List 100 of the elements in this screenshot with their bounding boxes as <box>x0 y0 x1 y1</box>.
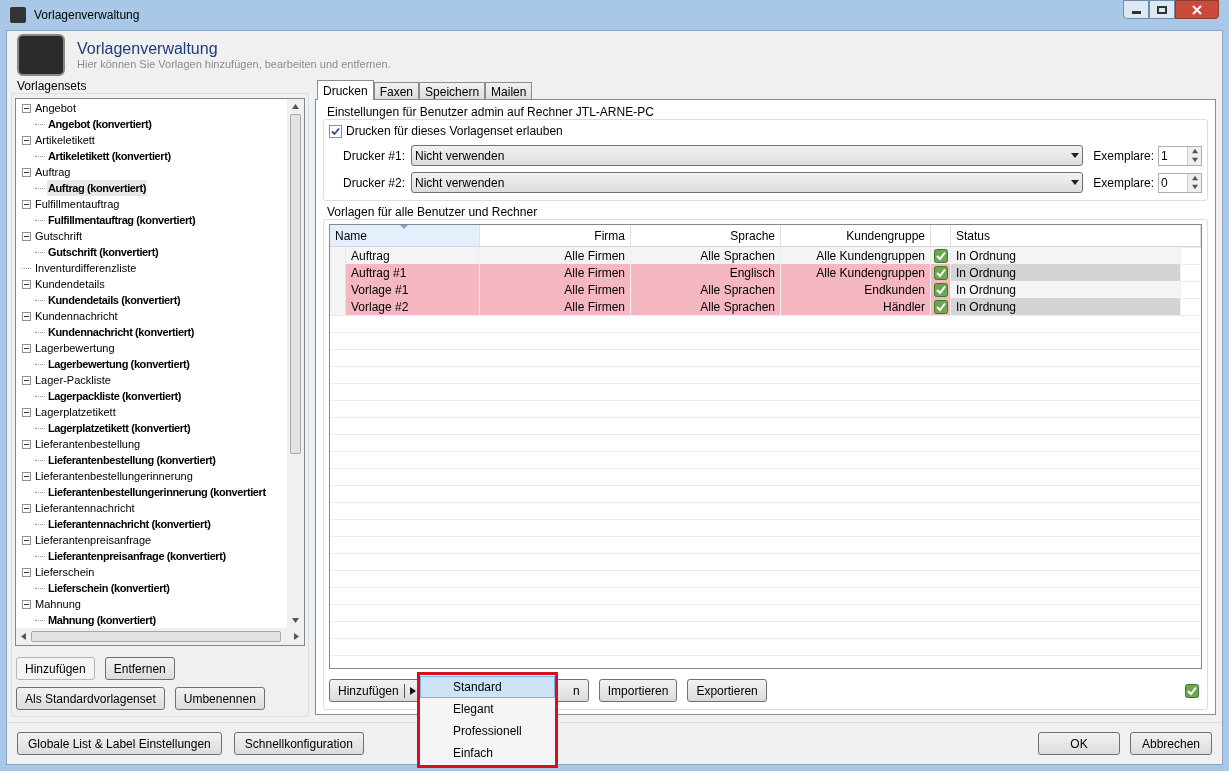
menu-item[interactable]: Professionell <box>420 720 555 742</box>
printer-dropdown[interactable]: Nicht verwenden <box>411 145 1084 166</box>
footer-button[interactable]: Schnellkonfiguration <box>233 732 364 755</box>
collapse-icon[interactable] <box>22 279 31 289</box>
up-arrow-icon[interactable] <box>1191 148 1198 154</box>
tree-item[interactable]: Fulfillmentauftrag (konvertiert) <box>47 211 197 229</box>
tab[interactable]: Mailen <box>485 82 533 99</box>
tree-item[interactable]: Inventurdifferenzliste <box>34 259 138 277</box>
collapse-icon[interactable] <box>22 471 31 481</box>
set-button[interactable]: Umbenennen <box>174 687 265 710</box>
tree-item[interactable]: Mahnung <box>34 595 82 613</box>
column-header[interactable]: Status <box>951 225 1201 246</box>
collapse-icon[interactable] <box>22 439 31 449</box>
vertical-scrollbar[interactable] <box>287 99 304 628</box>
tree-item[interactable]: Lager-Packliste <box>34 371 112 389</box>
minimize-button[interactable] <box>1123 0 1149 19</box>
tree-item[interactable]: Lagerbewertung <box>34 339 116 357</box>
column-header[interactable]: Name <box>330 225 480 246</box>
tree-item[interactable]: Kundennachricht (konvertiert) <box>47 323 196 341</box>
up-arrow-icon[interactable] <box>292 103 299 110</box>
collapse-icon[interactable] <box>22 503 31 513</box>
tree-item[interactable]: Lieferantenbestellung <box>34 435 142 453</box>
horizontal-scrollbar[interactable] <box>16 628 304 645</box>
tree-item[interactable]: Lieferantenbestellungerinnerung (konvertiert <box>47 483 267 501</box>
action-button[interactable]: Importieren <box>598 679 678 702</box>
table-cell: Vorlage #1 <box>346 281 480 298</box>
tree-item[interactable]: Gutschrift (konvertiert) <box>47 243 160 261</box>
right-arrow-icon[interactable] <box>293 633 300 640</box>
copies-spinner[interactable]: 1 <box>1158 145 1202 166</box>
set-button[interactable]: Als Standardvorlagenset <box>16 687 165 710</box>
copies-spinner[interactable]: 0 <box>1158 172 1202 193</box>
footer-button[interactable]: Globale List & Label Einstellungen <box>17 732 222 755</box>
jtl-logo <box>17 34 65 76</box>
close-button[interactable] <box>1175 0 1219 19</box>
tree-item[interactable]: Lieferantenbestellungerinnerung <box>34 467 194 485</box>
group-label: Vorlagensets <box>17 79 88 93</box>
up-arrow-icon[interactable] <box>1191 175 1198 181</box>
menu-item[interactable]: Standard <box>420 676 555 698</box>
table-cell: Alle Sprachen <box>631 247 781 264</box>
copies-label: Exemplare: <box>1093 147 1154 165</box>
dialog-button[interactable]: Abbrechen <box>1130 732 1212 755</box>
collapse-icon[interactable] <box>22 407 31 417</box>
maximize-button[interactable] <box>1149 0 1175 19</box>
menu-item[interactable]: Einfach <box>420 742 555 764</box>
left-arrow-icon[interactable] <box>20 633 27 640</box>
collapse-icon[interactable] <box>22 567 31 577</box>
table-cell: In Ordnung <box>951 247 1181 264</box>
checkbox[interactable] <box>329 124 342 138</box>
collapse-icon[interactable] <box>22 199 31 209</box>
printer-dropdown[interactable]: Nicht verwenden <box>411 172 1084 193</box>
tab[interactable]: Speichern <box>419 82 486 99</box>
tree-item[interactable]: Artikeletikett (konvertiert) <box>47 147 172 165</box>
tab[interactable]: Drucken <box>317 80 374 100</box>
tree-item[interactable]: Auftrag (konvertiert) <box>47 179 147 197</box>
tree-item[interactable]: Kundendetails <box>34 275 106 293</box>
dialog-button[interactable]: OK <box>1038 732 1120 755</box>
tree-item[interactable]: Auftrag <box>34 163 72 181</box>
tree-item[interactable]: Lagerplatzetikett (konvertiert) <box>47 419 192 437</box>
collapse-icon[interactable] <box>22 103 31 113</box>
action-button[interactable]: Exportieren <box>687 679 767 702</box>
tab[interactable]: Faxen <box>373 82 420 99</box>
collapse-icon[interactable] <box>22 231 31 241</box>
tree-item[interactable]: Angebot (konvertiert) <box>47 115 153 133</box>
collapse-icon[interactable] <box>22 311 31 321</box>
table-cell: Alle Kundengruppen <box>781 247 931 264</box>
tree-item[interactable]: Angebot <box>34 99 77 117</box>
tree-item[interactable]: Lieferantenpreisanfrage (konvertiert) <box>47 547 227 565</box>
tree-item[interactable]: Kundendetails (konvertiert) <box>47 291 182 309</box>
tree-item[interactable]: Lieferantenpreisanfrage <box>34 531 153 549</box>
column-header[interactable]: Kundengruppe <box>781 225 931 246</box>
down-arrow-icon[interactable] <box>1191 184 1198 190</box>
tree-item[interactable]: Lieferantennachricht (konvertiert) <box>47 515 212 533</box>
collapse-icon[interactable] <box>22 135 31 145</box>
column-header[interactable]: Firma <box>480 225 631 246</box>
tree-item[interactable]: Lagerpackliste (konvertiert) <box>47 387 183 405</box>
header-title: Vorlagenverwaltung <box>77 39 219 58</box>
check-icon <box>1185 683 1199 698</box>
tree-item[interactable]: Lieferschein (konvertiert) <box>47 579 171 597</box>
table-cell: Alle Sprachen <box>631 281 781 298</box>
collapse-icon[interactable] <box>22 167 31 177</box>
tree-item[interactable]: Mahnung (konvertiert) <box>47 611 157 628</box>
collapse-icon[interactable] <box>22 599 31 609</box>
down-arrow-icon[interactable] <box>1191 157 1198 163</box>
collapse-icon[interactable] <box>22 343 31 353</box>
tree-item[interactable]: Fulfillmentauftrag <box>34 195 121 213</box>
column-header[interactable]: Sprache <box>631 225 781 246</box>
tree-item[interactable]: Lagerbewertung (konvertiert) <box>47 355 191 373</box>
tree-item[interactable]: Lieferschein <box>34 563 96 581</box>
check-icon <box>933 282 948 297</box>
tree-item[interactable]: Lieferantennachricht <box>34 499 136 517</box>
tree-item[interactable]: Artikeletikett <box>34 131 96 149</box>
collapse-icon[interactable] <box>22 535 31 545</box>
tree-item[interactable]: Gutschrift <box>34 227 84 245</box>
tree-item[interactable]: Kundennachricht <box>34 307 119 325</box>
down-arrow-icon[interactable] <box>292 617 299 624</box>
collapse-icon[interactable] <box>22 375 31 385</box>
tree-item[interactable]: Lieferantenbestellung (konvertiert) <box>47 451 217 469</box>
tree-item[interactable]: Lagerplatzetikett <box>34 403 117 421</box>
set-button[interactable]: Entfernen <box>104 657 175 680</box>
copies-label: Exemplare: <box>1093 174 1154 192</box>
